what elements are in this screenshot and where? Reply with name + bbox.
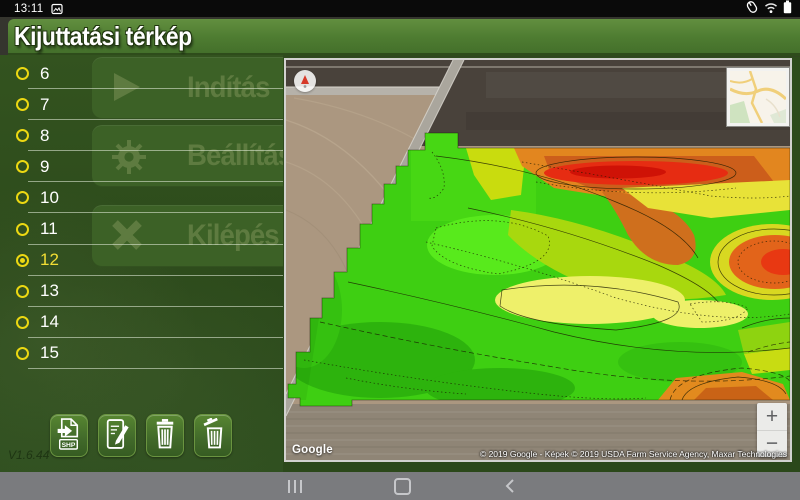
compass-button[interactable] bbox=[294, 70, 316, 92]
rate-option-15[interactable]: 15 bbox=[0, 338, 283, 369]
recents-button[interactable] bbox=[273, 472, 317, 500]
title-bar: Kijuttatási térkép bbox=[8, 19, 800, 56]
overview-inset-map[interactable] bbox=[727, 68, 789, 126]
rate-option-12-selected[interactable]: 12 bbox=[0, 245, 283, 276]
map-toolbar: SHP bbox=[50, 414, 232, 457]
svg-text:SHP: SHP bbox=[62, 442, 76, 449]
radio-icon bbox=[16, 347, 29, 360]
map-attribution: © 2019 Google - Képek © 2019 USDA Farm S… bbox=[480, 449, 787, 459]
trash-icon bbox=[152, 418, 178, 453]
rate-option-8[interactable]: 8 bbox=[0, 120, 283, 151]
page-title: Kijuttatási térkép bbox=[14, 21, 192, 52]
rate-option-13[interactable]: 13 bbox=[0, 276, 283, 307]
radio-icon bbox=[16, 191, 29, 204]
rate-option-9[interactable]: 9 bbox=[0, 151, 283, 182]
radio-icon bbox=[16, 285, 29, 298]
radio-icon bbox=[16, 98, 29, 111]
map-view[interactable]: + − Google © 2019 Google - Képek © 2019 … bbox=[286, 60, 790, 460]
status-bar: 13:11 bbox=[0, 0, 800, 17]
edit-button[interactable] bbox=[98, 414, 136, 457]
back-button[interactable] bbox=[488, 472, 532, 500]
back-icon bbox=[505, 478, 515, 494]
radio-icon bbox=[16, 316, 29, 329]
home-icon bbox=[394, 478, 411, 495]
map-frame: + − Google © 2019 Google - Képek © 2019 … bbox=[284, 58, 792, 462]
radio-icon bbox=[16, 67, 29, 80]
delete-all-button[interactable] bbox=[194, 414, 232, 457]
radio-icon bbox=[16, 223, 29, 236]
rate-option-11[interactable]: 11 bbox=[0, 213, 283, 244]
notification-thumbnail-icon bbox=[51, 3, 63, 15]
edit-file-icon bbox=[104, 418, 130, 453]
radio-selected-icon bbox=[16, 254, 29, 267]
left-panel: Indítás bbox=[0, 55, 283, 472]
battery-icon bbox=[783, 0, 792, 17]
trash-open-icon bbox=[200, 418, 226, 453]
app-background: Kijuttatási térkép Indítás bbox=[0, 17, 800, 472]
rate-option-10[interactable]: 10 bbox=[0, 182, 283, 213]
satellite-imagery bbox=[286, 60, 790, 460]
rate-list: 6 7 8 9 10 11 12 13 14 15 bbox=[0, 58, 283, 369]
home-button[interactable] bbox=[380, 472, 424, 500]
radio-icon bbox=[16, 160, 29, 173]
android-nav-bar bbox=[0, 472, 800, 500]
google-watermark: Google bbox=[292, 444, 333, 456]
rate-option-7[interactable]: 7 bbox=[0, 89, 283, 120]
recents-icon bbox=[288, 480, 303, 493]
radio-icon bbox=[16, 129, 29, 142]
zoom-in-button[interactable]: + bbox=[757, 403, 787, 431]
delete-button[interactable] bbox=[146, 414, 184, 457]
rate-option-6[interactable]: 6 bbox=[0, 58, 283, 89]
shp-file-icon: SHP bbox=[56, 418, 82, 453]
inset-map-graphic bbox=[730, 71, 786, 123]
mouse-icon bbox=[745, 0, 759, 17]
clock: 13:11 bbox=[14, 3, 43, 15]
version-label: V1.6.44 bbox=[8, 448, 49, 462]
rate-option-14[interactable]: 14 bbox=[0, 307, 283, 338]
compass-needle-icon bbox=[298, 73, 312, 89]
export-shp-button[interactable]: SHP bbox=[50, 414, 88, 457]
wifi-icon bbox=[764, 1, 778, 17]
